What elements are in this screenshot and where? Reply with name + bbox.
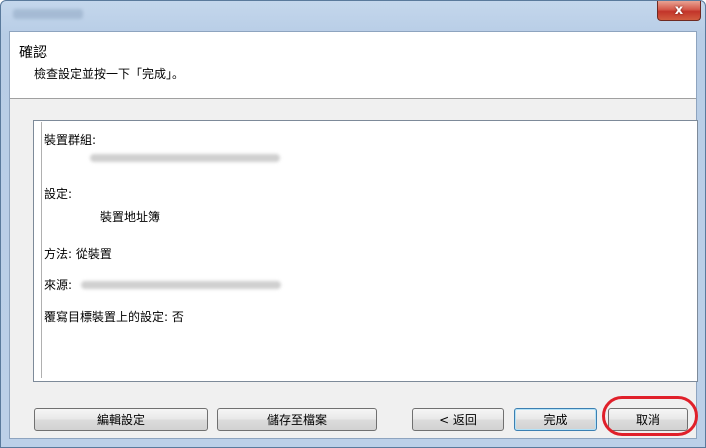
source-label: 來源: bbox=[44, 278, 73, 292]
title-bar: x bbox=[1, 1, 705, 31]
overwrite-line: 覆寫目標裝置上的設定: 否 bbox=[44, 310, 184, 324]
save-to-file-button[interactable]: 儲存至檔案 bbox=[217, 408, 377, 431]
device-group-value-redacted bbox=[90, 154, 280, 162]
source-value-redacted bbox=[81, 281, 281, 289]
page-subtitle: 檢查設定並按一下「完成」。 bbox=[34, 67, 185, 81]
settings-value: 裝置地址簿 bbox=[100, 210, 161, 224]
summary-panel[interactable]: 裝置群組: 設定: 裝置地址簿 方法: 從裝置 來源: 覆寫目標裝置上的設定: … bbox=[33, 120, 698, 382]
edit-settings-button[interactable]: 編輯設定 bbox=[34, 408, 208, 431]
window-title bbox=[13, 9, 83, 19]
device-group-label: 裝置群組: bbox=[44, 133, 97, 147]
header-panel: 確認 檢查設定並按一下「完成」。 bbox=[10, 32, 696, 99]
close-button[interactable]: x bbox=[657, 1, 701, 21]
settings-label: 設定: bbox=[44, 187, 73, 201]
finish-button[interactable]: 完成 bbox=[514, 408, 597, 431]
dialog-client-area: 確認 檢查設定並按一下「完成」。 裝置群組: 設定: 裝置地址簿 方法: 從裝置… bbox=[9, 31, 698, 439]
back-button[interactable]: < 返回 bbox=[412, 408, 504, 431]
close-icon: x bbox=[674, 3, 684, 18]
page-title: 確認 bbox=[19, 45, 47, 61]
dialog-window: x 確認 檢查設定並按一下「完成」。 裝置群組: 設定: 裝置地址簿 方法: 從… bbox=[0, 0, 706, 448]
method-line: 方法: 從裝置 bbox=[44, 247, 112, 261]
summary-content: 裝置群組: 設定: 裝置地址簿 方法: 從裝置 來源: 覆寫目標裝置上的設定: … bbox=[41, 122, 694, 378]
cancel-button[interactable]: 取消 bbox=[608, 408, 688, 431]
